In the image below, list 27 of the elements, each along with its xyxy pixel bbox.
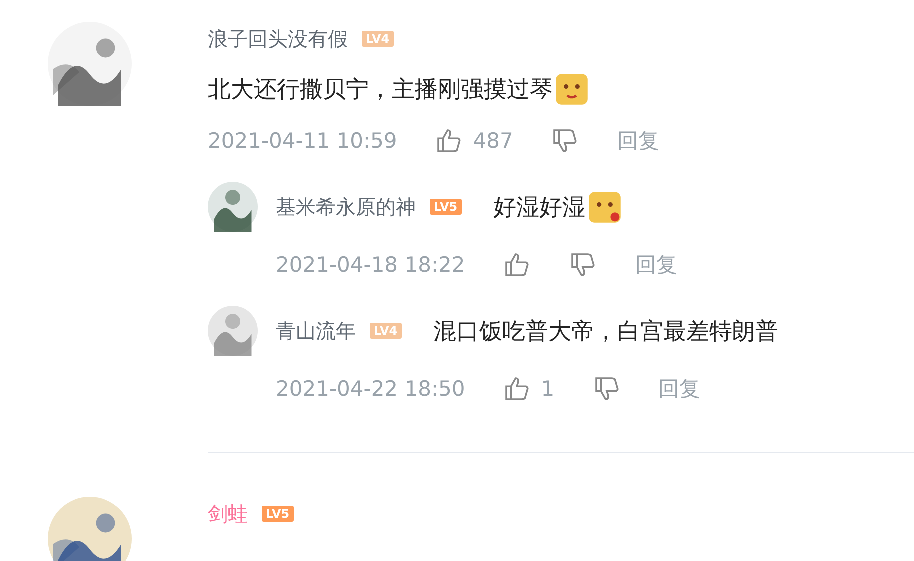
username[interactable]: 基米希永原的神 bbox=[276, 194, 416, 220]
reply-link[interactable]: 回复 bbox=[635, 251, 678, 279]
thumbs-down-icon[interactable] bbox=[592, 375, 621, 403]
thumbs-up-icon[interactable] bbox=[503, 375, 532, 403]
reply-text: 混口饭吃普大帝，白宫最差特朗普 bbox=[434, 318, 779, 346]
username[interactable]: 剑蛙 bbox=[208, 500, 248, 528]
level-badge: LV4 bbox=[370, 323, 402, 339]
thumbs-down-icon[interactable] bbox=[551, 127, 580, 155]
comment-text: 北大还行撒贝宁，主播刚强摸过琴 bbox=[208, 76, 553, 104]
like-count: 487 bbox=[473, 129, 514, 153]
username[interactable]: 浪子回头没有假 bbox=[208, 26, 348, 52]
reply-link[interactable]: 回复 bbox=[658, 375, 701, 403]
reply-link[interactable]: 回复 bbox=[617, 127, 660, 155]
thumbs-down-icon[interactable] bbox=[569, 251, 598, 279]
reply-time: 2021-04-22 18:50 bbox=[276, 377, 466, 401]
username[interactable]: 青山流年 bbox=[276, 318, 356, 344]
like-count: 1 bbox=[541, 377, 555, 401]
level-badge: LV4 bbox=[362, 31, 394, 47]
level-badge: LV5 bbox=[430, 199, 462, 215]
reply-text: 好湿好湿 bbox=[494, 194, 586, 222]
comment-time: 2021-04-11 10:59 bbox=[208, 129, 398, 153]
reply-time: 2021-04-18 18:22 bbox=[276, 253, 466, 277]
thumbs-up-icon[interactable] bbox=[503, 251, 532, 279]
dog-emoji-icon bbox=[555, 72, 589, 106]
level-badge: LV5 bbox=[262, 506, 294, 522]
thumbs-up-icon[interactable] bbox=[435, 127, 464, 155]
dog-emoji-icon bbox=[588, 190, 622, 224]
